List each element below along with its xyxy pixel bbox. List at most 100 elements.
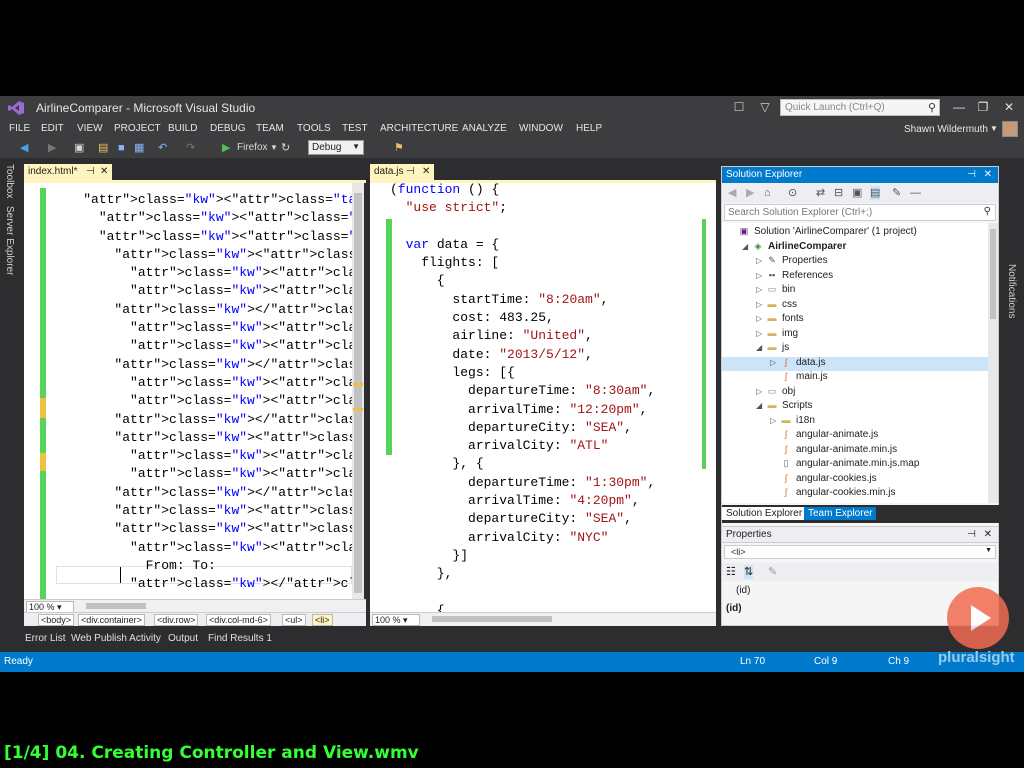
breadcrumb-ul[interactable]: <ul> — [282, 614, 306, 626]
avatar[interactable] — [1002, 121, 1018, 137]
menu-build[interactable]: BUILD — [168, 123, 197, 134]
code-line[interactable]: arrivalCity: "ATL" — [390, 437, 655, 455]
redo-icon[interactable]: ↷ — [186, 141, 195, 155]
close-button[interactable]: ✕ — [998, 98, 1020, 116]
expanded-arrow-icon[interactable]: ◢ — [742, 242, 752, 251]
quick-launch-input[interactable]: Quick Launch (Ctrl+Q) ⚲ — [780, 99, 940, 116]
tab-data-js[interactable]: data.js ⊣ ✕ — [370, 164, 434, 180]
code-line[interactable]: "attr">class="kw"><"attr">class="tag">di… — [52, 447, 364, 465]
collapsed-arrow-icon[interactable]: ▷ — [756, 256, 766, 265]
close-icon[interactable]: ✕ — [422, 166, 430, 177]
menu-analyze[interactable]: ANALYZE — [462, 123, 507, 134]
code-line[interactable]: legs: [{ — [390, 364, 655, 382]
code-line[interactable]: "attr">class="kw"><"attr">class="tag">di… — [52, 228, 364, 246]
notifications-tab[interactable]: Notifications — [1006, 264, 1017, 318]
scrollbar-thumb[interactable] — [354, 193, 362, 593]
run-icon[interactable]: ▶ — [222, 141, 230, 155]
code-line[interactable]: airline: "United", — [390, 327, 655, 345]
code-line[interactable]: "attr">class="kw"><"attr">class="tag">di… — [52, 246, 364, 264]
menu-view[interactable]: VIEW — [77, 123, 103, 134]
config-dropdown[interactable]: Debug ▼ — [308, 140, 364, 155]
toolbox-tab[interactable]: Toolbox — [4, 164, 15, 198]
menu-architecture[interactable]: ARCHITECTURE — [380, 123, 458, 134]
menu-file[interactable]: FILE — [9, 123, 30, 134]
expanded-arrow-icon[interactable]: ◢ — [756, 343, 766, 352]
code-line[interactable]: startTime: "8:20am", — [390, 291, 655, 309]
code-line[interactable]: "attr">class="kw"></"attr">class="tag">d… — [52, 484, 364, 502]
collapsed-arrow-icon[interactable]: ▷ — [756, 329, 766, 338]
tree-item[interactable]: ▷ ▬ img — [722, 328, 988, 343]
left-editor-hscroll[interactable]: 100 % ▾ — [24, 599, 366, 613]
save-all-icon[interactable]: ▦ — [134, 141, 144, 155]
collapsed-arrow-icon[interactable]: ▷ — [770, 358, 780, 367]
tree-scrollbar[interactable] — [988, 223, 998, 503]
code-line[interactable]: departureTime: "8:30am", — [390, 382, 655, 400]
tree-item[interactable]: ▷ ▪▪ References — [722, 270, 988, 285]
tree-item[interactable]: ▷ ʃ data.js — [722, 356, 988, 371]
code-line[interactable]: "attr">class="kw"><"attr">class="tag">li… — [52, 539, 364, 557]
menu-debug[interactable]: DEBUG — [210, 123, 246, 134]
tree-item[interactable]: ▣ Solution 'AirlineComparer' (1 project) — [722, 226, 988, 241]
code-line[interactable]: "attr">class="kw"><"attr">class="tag">di… — [52, 337, 364, 355]
alphabetical-icon[interactable]: ⇅ — [744, 565, 754, 579]
new-project-icon[interactable]: ▣ — [74, 141, 84, 155]
tree-item[interactable]: ◢ ▬ Scripts — [722, 400, 988, 415]
code-line[interactable]: "attr">class="kw"></"attr">class="tag">l… — [52, 575, 364, 593]
pin-icon[interactable]: ⊣ — [967, 169, 976, 180]
forward-icon[interactable]: ▶ — [48, 141, 56, 155]
collapsed-arrow-icon[interactable]: ▷ — [756, 300, 766, 309]
code-line[interactable]: arrivalTime: "12:20pm", — [390, 401, 655, 419]
code-line[interactable]: var data = { — [390, 236, 655, 254]
code-line[interactable]: }, { — [390, 455, 655, 473]
code-line[interactable]: arrivalCity: "NYC" — [390, 529, 655, 547]
breadcrumb-container[interactable]: <div.container> — [78, 614, 145, 626]
code-line[interactable]: "attr">class="kw"><"attr">class="tag">di… — [52, 191, 364, 209]
code-line[interactable]: { — [390, 272, 655, 290]
tree-item[interactable]: ▷ ▬ css — [722, 299, 988, 314]
pin-icon[interactable]: ⊣ — [967, 529, 976, 540]
tree-item[interactable]: ʃ angular-cookies.js — [722, 473, 988, 488]
collapsed-arrow-icon[interactable]: ▷ — [756, 271, 766, 280]
server-explorer-tab[interactable]: Server Explorer — [4, 206, 15, 275]
solution-search-input[interactable]: Search Solution Explorer (Ctrl+;) ⚲ — [724, 204, 996, 221]
collapse-all-icon[interactable]: ⊟ — [834, 186, 843, 200]
tab-web-publish-activity[interactable]: Web Publish Activity — [71, 633, 161, 644]
feedback-icon[interactable]: ☐ — [732, 100, 746, 114]
code-line[interactable]: From: To: — [52, 557, 364, 575]
hscroll-thumb[interactable] — [432, 616, 552, 622]
breadcrumb-body[interactable]: <body> — [38, 614, 75, 626]
close-icon[interactable]: ✕ — [984, 529, 992, 540]
code-line[interactable]: "attr">class="kw"></"attr">class="tag">d… — [52, 411, 364, 429]
scrollbar-thumb[interactable] — [990, 229, 996, 319]
show-all-files-icon[interactable]: ▣ — [852, 186, 862, 200]
code-line[interactable]: "attr">class="kw"><"attr">class="tag">di… — [52, 502, 364, 520]
restore-button[interactable]: ❐ — [972, 98, 994, 116]
data-js-editor[interactable]: (function () { "use strict"; var data = … — [370, 183, 716, 613]
preview-icon[interactable]: ▤ — [870, 186, 881, 200]
code-line[interactable]: "attr">class="kw"><"attr">class="tag">di… — [52, 429, 364, 447]
tree-item[interactable]: ◢ ▬ js — [722, 342, 988, 357]
refresh-icon[interactable]: ⇄ — [816, 186, 825, 200]
tree-item[interactable]: ▷ ✎ Properties — [722, 255, 988, 270]
js-code[interactable]: (function () { "use strict"; var data = … — [390, 183, 655, 613]
code-line[interactable]: "attr">class="kw"><"attr">class="tag">di… — [52, 465, 364, 483]
user-name[interactable]: Shawn Wildermuth — [904, 124, 988, 135]
menu-test[interactable]: TEST — [342, 123, 368, 134]
tree-item[interactable]: ʃ angular-animate.min.js — [722, 444, 988, 459]
tab-output[interactable]: Output — [168, 633, 198, 644]
open-file-icon[interactable]: ▤ — [98, 141, 108, 155]
back-icon[interactable]: ◀ — [728, 186, 736, 200]
browser-link-icon[interactable]: ⚑ — [394, 141, 404, 155]
pin-icon[interactable]: ⊣ — [86, 166, 95, 177]
menu-window[interactable]: WINDOW — [519, 123, 563, 134]
code-line[interactable]: departureTime: "1:30pm", — [390, 474, 655, 492]
tree-item[interactable]: ▷ ▬ fonts — [722, 313, 988, 328]
collapsed-arrow-icon[interactable]: ▷ — [756, 314, 766, 323]
close-icon[interactable]: ✕ — [984, 169, 992, 180]
browser-label[interactable]: Firefox — [237, 141, 268, 155]
home-icon[interactable]: ⌂ — [764, 186, 771, 200]
index-html-editor[interactable]: "attr">class="kw"><"attr">class="tag">di… — [24, 183, 364, 613]
breadcrumb-li[interactable]: <li> — [312, 614, 333, 626]
properties-icon[interactable]: ✎ — [892, 186, 901, 200]
refresh-icon[interactable]: ↻ — [281, 141, 290, 155]
